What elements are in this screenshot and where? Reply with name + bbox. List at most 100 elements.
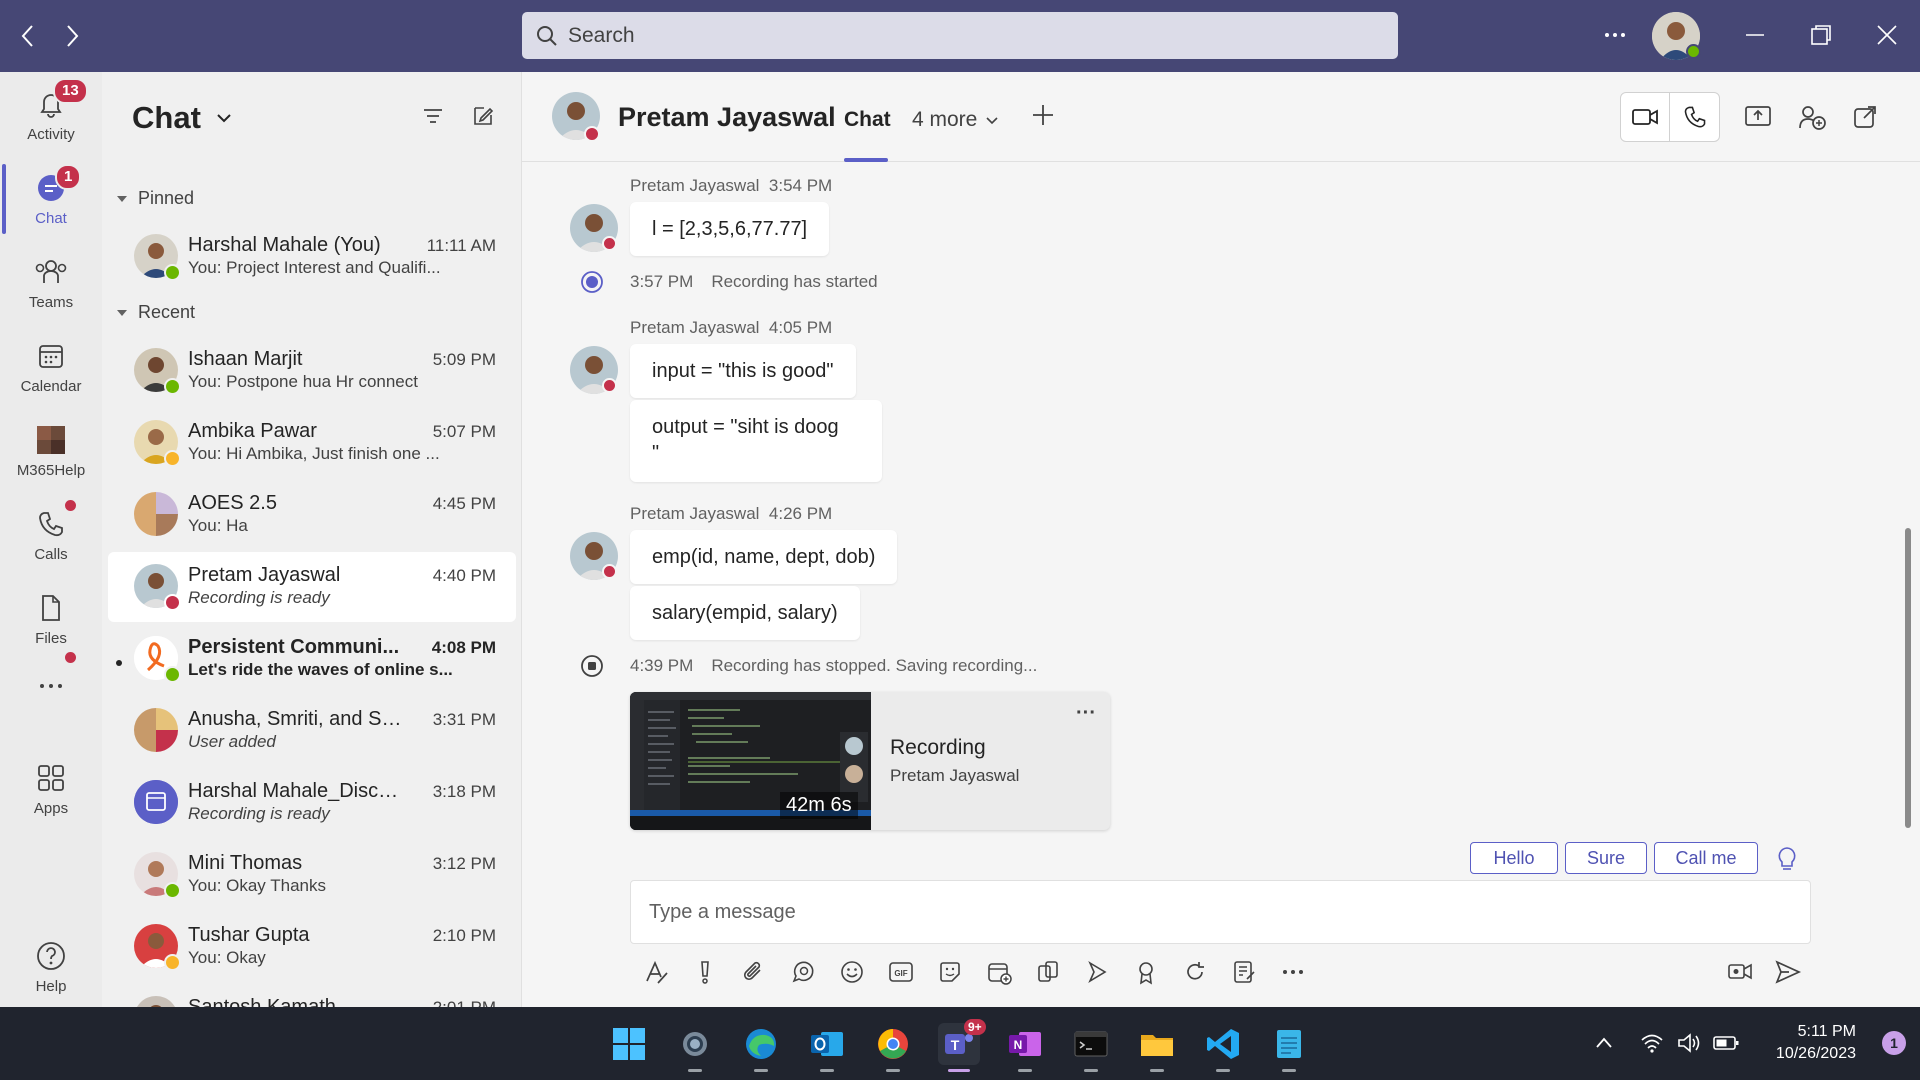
rail-label: Activity <box>27 126 75 143</box>
minimize-icon[interactable] <box>1742 22 1768 48</box>
video-call-icon[interactable] <box>1621 93 1671 141</box>
message-bubble[interactable]: input = "this is good" <box>630 344 856 398</box>
video-clip-icon[interactable] <box>1726 958 1754 986</box>
chat-list-header[interactable]: Chat <box>132 100 233 136</box>
chevron-down-icon <box>986 117 998 125</box>
outlook-icon[interactable] <box>806 1023 848 1065</box>
message-bubble[interactable]: emp(id, name, dept, dob) <box>630 530 898 584</box>
gif-icon[interactable]: GIF <box>885 956 917 988</box>
important-icon[interactable] <box>689 956 721 988</box>
more-options-icon[interactable] <box>1602 22 1628 48</box>
message-bubble[interactable]: salary(empid, salary) <box>630 586 860 640</box>
rail-m365help[interactable]: M365Help <box>0 422 102 479</box>
rail-more[interactable] <box>0 652 102 708</box>
presence-busy <box>602 236 617 251</box>
recording-more-icon[interactable]: ··· <box>1076 702 1096 725</box>
sticker-icon[interactable] <box>934 956 966 988</box>
back-arrow-icon[interactable] <box>18 22 38 50</box>
chat-item[interactable]: Anusha, Smriti, and Su... 3:31 PM User a… <box>108 696 516 766</box>
notepad-icon[interactable] <box>1268 1023 1310 1065</box>
chat-item[interactable]: Santosh Kamath 2:01 PM <box>108 984 516 1007</box>
more-actions-icon[interactable] <box>1277 956 1309 988</box>
presence-available <box>164 666 181 683</box>
more-tabs-dropdown[interactable]: 4 more <box>912 108 999 132</box>
schedule-meeting-icon[interactable] <box>983 956 1015 988</box>
rail-activity[interactable]: 13 Activity <box>0 78 102 143</box>
vscode-icon[interactable] <box>1202 1023 1244 1065</box>
chat-item[interactable]: Ambika Pawar 5:07 PM You: Hi Ambika, Jus… <box>108 408 516 478</box>
collapse-icon <box>117 309 127 316</box>
volume-icon[interactable] <box>1676 1031 1702 1055</box>
close-icon[interactable] <box>1874 22 1900 48</box>
rail-teams[interactable]: Teams <box>0 254 102 311</box>
pinned-section[interactable]: Pinned <box>116 188 194 209</box>
new-chat-icon[interactable] <box>471 104 495 128</box>
rail-calls[interactable]: Calls <box>0 500 102 563</box>
refresh-icon[interactable] <box>1179 956 1211 988</box>
rail-chat[interactable]: 1 Chat <box>0 164 102 227</box>
system-text: Recording has started <box>711 272 878 291</box>
audio-call-icon[interactable] <box>1670 93 1719 141</box>
rail-apps[interactable]: Apps <box>0 760 102 817</box>
tab-chat[interactable]: Chat <box>844 108 891 132</box>
suggested-reply-hello[interactable]: Hello <box>1470 842 1558 874</box>
system-clock[interactable]: 5:11 PM 10/26/2023 <box>1776 1021 1856 1065</box>
add-tab-icon[interactable] <box>1030 102 1056 128</box>
rail-help[interactable]: Help <box>0 938 102 995</box>
chat-item[interactable]: Mini Thomas 3:12 PM You: Okay Thanks <box>108 840 516 910</box>
chat-item[interactable]: Tushar Gupta 2:10 PM You: Okay <box>108 912 516 982</box>
restore-icon[interactable] <box>1808 22 1834 48</box>
chevron-up-icon[interactable] <box>1594 1035 1614 1051</box>
emoji-icon[interactable] <box>836 956 868 988</box>
edge-browser-icon[interactable] <box>740 1023 782 1065</box>
praise-icon[interactable] <box>1130 956 1162 988</box>
rail-calendar[interactable]: Calendar <box>0 338 102 395</box>
format-icon[interactable] <box>640 956 672 988</box>
chat-name: Harshal Mahale_Discus... <box>188 780 408 802</box>
recent-section[interactable]: Recent <box>116 302 195 323</box>
onenote-icon[interactable]: N <box>1004 1023 1046 1065</box>
pop-out-icon[interactable] <box>1852 104 1878 130</box>
chat-name: Ishaan Marjit <box>188 348 303 370</box>
rail-files[interactable]: Files <box>0 590 102 647</box>
filter-icon[interactable] <box>421 104 445 128</box>
chat-item-selected[interactable]: Pretam Jayaswal 4:40 PM Recording is rea… <box>108 552 516 622</box>
chat-item[interactable]: AOES 2.5 4:45 PM You: Ha <box>108 480 516 550</box>
chat-name: Persistent Communi... <box>188 636 400 658</box>
notification-badge[interactable]: 1 <box>1882 1031 1906 1055</box>
suggested-reply-sure[interactable]: Sure <box>1565 842 1647 874</box>
message-bubble[interactable]: output = "siht is doog " <box>630 400 882 482</box>
battery-icon[interactable] <box>1712 1032 1740 1054</box>
running-indicator <box>1216 1069 1230 1072</box>
settings-gear-icon[interactable] <box>674 1023 716 1065</box>
wifi-icon[interactable] <box>1640 1031 1664 1055</box>
message-compose-box[interactable]: Type a message <box>630 880 1811 944</box>
attach-icon[interactable] <box>738 956 770 988</box>
lightbulb-icon[interactable] <box>1776 846 1798 872</box>
recording-thumbnail[interactable]: 42m 6s <box>630 692 871 830</box>
send-icon[interactable] <box>1774 958 1802 986</box>
scrollbar[interactable] <box>1905 528 1911 828</box>
search-bar[interactable]: Search <box>522 12 1398 59</box>
stream-icon[interactable] <box>1081 956 1113 988</box>
chat-item[interactable]: Harshal Mahale_Discus... 3:18 PM Recordi… <box>108 768 516 838</box>
recording-card[interactable]: 42m 6s Recording Pretam Jayaswal ··· <box>630 692 1110 830</box>
approvals-icon[interactable] <box>1032 956 1064 988</box>
chrome-icon[interactable] <box>872 1023 914 1065</box>
file-explorer-icon[interactable] <box>1136 1023 1178 1065</box>
message-bubble[interactable]: l = [2,3,5,6,77.77] <box>630 202 830 256</box>
add-people-icon[interactable] <box>1798 104 1826 130</box>
presence-busy <box>602 378 617 393</box>
chat-name: Tushar Gupta <box>188 924 310 946</box>
start-windows-icon[interactable] <box>608 1023 650 1065</box>
teams-taskbar-icon[interactable]: T 9+ <box>938 1019 986 1065</box>
share-screen-icon[interactable] <box>1744 104 1772 130</box>
loop-icon[interactable] <box>787 956 819 988</box>
chat-item-harshal[interactable]: Harshal Mahale (You) 11:11 AM You: Proje… <box>108 222 516 292</box>
forms-icon[interactable] <box>1228 956 1260 988</box>
suggested-reply-call-me[interactable]: Call me <box>1654 842 1758 874</box>
chat-item-unread[interactable]: Persistent Communi... 4:08 PM Let's ride… <box>108 624 516 694</box>
chat-item[interactable]: Ishaan Marjit 5:09 PM You: Postpone hua … <box>108 336 516 406</box>
forward-arrow-icon[interactable] <box>62 22 82 50</box>
terminal-icon[interactable] <box>1070 1023 1112 1065</box>
